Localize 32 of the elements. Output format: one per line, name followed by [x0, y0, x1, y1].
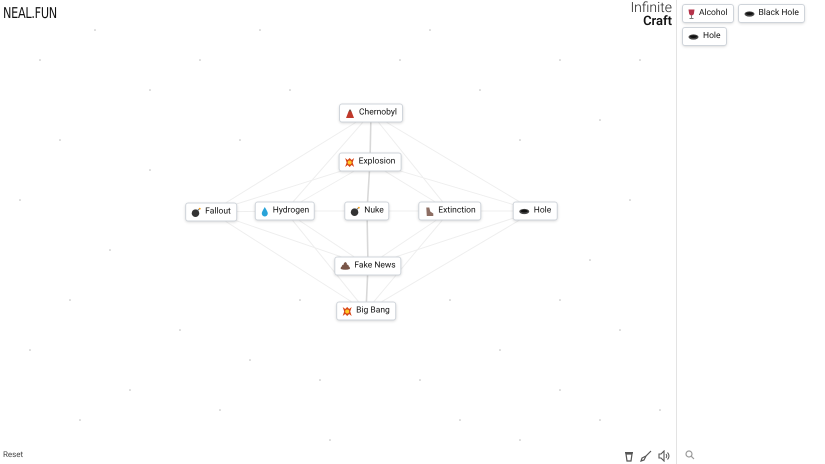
app-title: Infinite	[630, 2, 672, 15]
element-chip[interactable]: Big Bang	[336, 302, 396, 320]
sidebar-item[interactable]: Hole	[682, 27, 726, 46]
site-logo[interactable]: NEAL.FUN	[3, 2, 57, 24]
reset-button[interactable]: Reset	[3, 449, 24, 461]
hole-icon	[518, 208, 530, 214]
sidebar-item[interactable]: Black Hole	[738, 4, 805, 23]
element-chip[interactable]: Extinction	[418, 202, 482, 220]
search-icon	[685, 450, 695, 460]
bomb-icon	[191, 207, 202, 217]
droplet-icon	[260, 206, 269, 216]
pile-icon	[340, 262, 350, 270]
burst-icon	[342, 306, 352, 316]
sidebar-item[interactable]: Alcohol	[682, 4, 734, 23]
burst-icon	[344, 157, 355, 167]
wine-glass-icon	[688, 8, 695, 18]
bomb-icon	[350, 206, 360, 216]
volcano-icon	[345, 108, 356, 118]
element-chip[interactable]: Fake News	[334, 256, 402, 276]
speaker-icon[interactable]	[658, 450, 670, 462]
element-chip[interactable]: Chernobyl	[339, 104, 403, 122]
hole-icon	[688, 34, 699, 40]
element-chip[interactable]: Hole	[512, 202, 558, 220]
broom-icon[interactable]	[640, 450, 652, 462]
element-chip[interactable]: Fallout	[185, 202, 237, 222]
app-subtitle: Craft	[643, 15, 672, 28]
hole-icon	[744, 10, 755, 16]
element-chip[interactable]: Hydrogen	[254, 202, 316, 220]
trash-icon[interactable]	[624, 450, 634, 462]
boot-icon	[424, 206, 434, 216]
element-chip[interactable]: Nuke	[344, 202, 390, 220]
element-chip[interactable]: Explosion	[338, 152, 402, 172]
